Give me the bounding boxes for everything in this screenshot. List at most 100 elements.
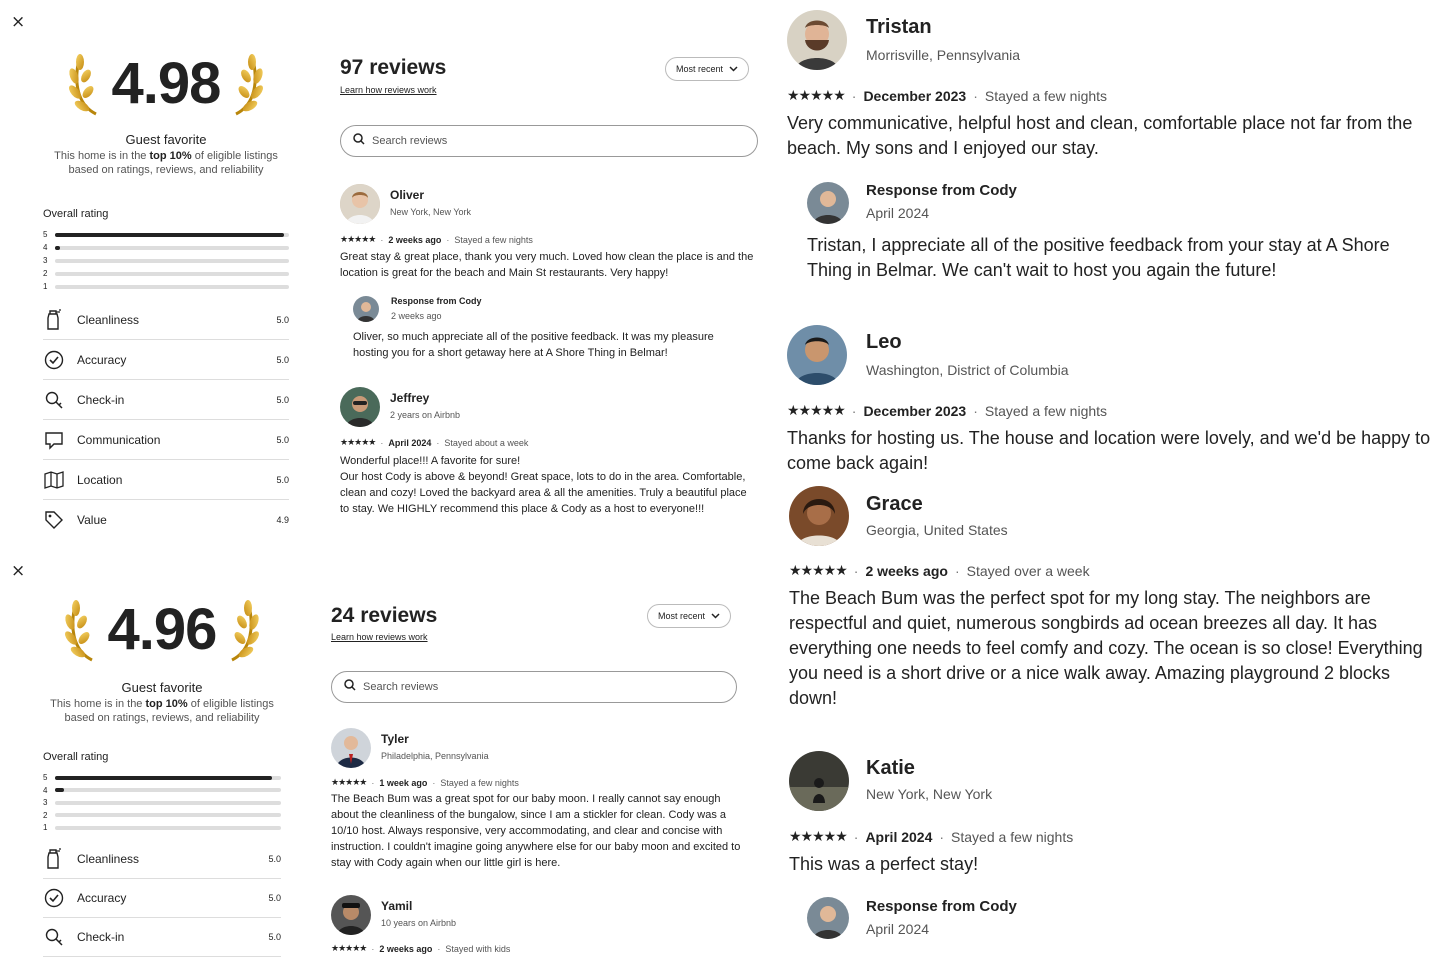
reviewer-name: Tyler bbox=[381, 732, 409, 746]
avatar[interactable] bbox=[340, 184, 380, 224]
review-date: 2 weeks ago bbox=[388, 234, 442, 245]
host-avatar[interactable] bbox=[807, 897, 849, 939]
reviewer-location: Morrisville, Pennsylvania bbox=[866, 47, 1021, 63]
host-response-title: Response from Cody bbox=[391, 296, 482, 306]
category-row-accuracy: Accuracy 5.0 bbox=[43, 340, 289, 380]
review-text: Wonderful place!!! A favorite for sure! … bbox=[340, 455, 747, 515]
histogram-row: 2 bbox=[43, 267, 289, 280]
histogram-row: 5 bbox=[43, 771, 281, 784]
star-rating-icon: ★★★★★ bbox=[787, 402, 846, 418]
host-avatar[interactable] bbox=[353, 296, 379, 322]
category-score: 5.0 bbox=[276, 354, 289, 365]
category-label: Accuracy bbox=[77, 891, 127, 905]
reviewer-name: Oliver bbox=[390, 188, 425, 202]
guest-favorite-label: Guest favorite bbox=[125, 132, 207, 147]
host-avatar[interactable] bbox=[807, 182, 849, 224]
review-date: April 2024 bbox=[865, 828, 933, 845]
avatar[interactable] bbox=[331, 728, 371, 768]
category-row-check-in: Check-in 5.0 bbox=[43, 918, 281, 957]
histogram-row: 1 bbox=[43, 280, 289, 293]
histogram-star-label: 1 bbox=[43, 282, 48, 291]
search-icon bbox=[353, 132, 365, 150]
search-reviews-box[interactable] bbox=[331, 671, 737, 703]
review-meta: ★★★★★ · 2 weeks ago · Stayed over a week bbox=[789, 562, 1090, 579]
histogram-star-label: 2 bbox=[43, 810, 48, 820]
avatar[interactable] bbox=[331, 895, 371, 935]
avatar[interactable] bbox=[789, 751, 849, 811]
reviewer-location: New York, New York bbox=[866, 786, 993, 802]
histogram-bar bbox=[55, 775, 281, 780]
category-label: Cleanliness bbox=[77, 312, 140, 327]
category-label: Accuracy bbox=[77, 352, 127, 367]
stay-length: Stayed a few nights bbox=[951, 828, 1074, 845]
search-reviews-box[interactable] bbox=[340, 125, 758, 157]
category-score: 5.0 bbox=[276, 434, 289, 445]
reviewer-location: New York, New York bbox=[390, 207, 472, 217]
category-score: 5.0 bbox=[276, 394, 289, 405]
histogram-star-label: 3 bbox=[43, 256, 48, 265]
laurel-right-icon bbox=[222, 594, 262, 666]
category-score: 5.0 bbox=[268, 893, 281, 903]
category-label: Check-in bbox=[77, 392, 125, 407]
histogram-row: 2 bbox=[43, 809, 281, 822]
check-circle-icon bbox=[43, 887, 65, 909]
host-response-title: Response from Cody bbox=[866, 182, 1017, 199]
chevron-down-icon bbox=[711, 611, 720, 621]
histogram-star-label: 4 bbox=[43, 243, 48, 252]
category-score: 5.0 bbox=[276, 314, 289, 325]
avatar[interactable] bbox=[789, 486, 849, 546]
review-date: 2 weeks ago bbox=[865, 562, 948, 579]
key-icon bbox=[43, 926, 65, 948]
spray-bottle-icon bbox=[43, 848, 65, 870]
sort-dropdown[interactable]: Most recent bbox=[647, 604, 732, 628]
host-response-date: April 2024 bbox=[866, 205, 930, 221]
overall-rating-value: 4.96 bbox=[107, 597, 218, 662]
close-icon[interactable]: × bbox=[11, 14, 25, 31]
reviews-count-title: 97 reviews bbox=[340, 56, 447, 79]
category-row-cleanliness: Cleanliness 5.0 bbox=[43, 300, 289, 340]
reviewer-name: Katie bbox=[866, 757, 915, 779]
avatar[interactable] bbox=[787, 10, 847, 70]
histogram-bar-fill bbox=[55, 245, 60, 250]
category-row-value: Value 4.9 bbox=[43, 500, 289, 540]
search-input[interactable] bbox=[372, 135, 745, 147]
category-label: Value bbox=[77, 513, 107, 527]
histogram-bar bbox=[55, 232, 289, 237]
avatar[interactable] bbox=[787, 325, 847, 385]
learn-how-reviews-work-link[interactable]: Learn how reviews work bbox=[340, 85, 437, 95]
map-icon bbox=[43, 469, 65, 491]
stay-length: Stayed over a week bbox=[966, 562, 1090, 579]
overall-rating-label: Overall rating bbox=[43, 208, 109, 220]
close-icon[interactable]: × bbox=[11, 563, 25, 580]
category-score: 4.9 bbox=[276, 515, 289, 525]
stay-length: Stayed a few nights bbox=[984, 402, 1108, 419]
rating-summary: 4.98 Guest favorite This home is in the … bbox=[46, 48, 286, 177]
check-circle-icon bbox=[43, 349, 65, 371]
host-response-title: Response from Cody bbox=[866, 898, 1017, 915]
histogram-star-label: 5 bbox=[43, 230, 48, 239]
review-meta: ★★★★★ · 2 weeks ago · Stayed a few nights bbox=[340, 234, 533, 245]
reviewer-name: Leo bbox=[866, 331, 902, 353]
category-score: 5.0 bbox=[268, 932, 281, 942]
category-label: Cleanliness bbox=[77, 852, 140, 866]
stay-length: Stayed a few nights bbox=[440, 777, 519, 788]
category-row-accuracy: Accuracy 5.0 bbox=[43, 879, 281, 918]
histogram-row: 1 bbox=[43, 821, 281, 834]
search-input[interactable] bbox=[363, 681, 724, 693]
guest-favorite-label: Guest favorite bbox=[121, 680, 203, 695]
review-text: Thanks for hosting us. The house and loc… bbox=[787, 428, 1431, 473]
review-text: Great stay & great place, thank you very… bbox=[340, 251, 754, 279]
star-rating-icon: ★★★★★ bbox=[331, 777, 367, 787]
review-date: December 2023 bbox=[863, 87, 967, 104]
avatar[interactable] bbox=[340, 387, 380, 427]
guest-favorite-description: This home is in the top 10% of eligible … bbox=[50, 698, 274, 724]
histogram-row: 4 bbox=[43, 784, 281, 797]
sort-dropdown[interactable]: Most recent bbox=[665, 57, 750, 81]
overall-rating-value: 4.98 bbox=[111, 51, 222, 116]
reviewer-location: Washington, District of Columbia bbox=[866, 362, 1069, 378]
learn-how-reviews-work-link[interactable]: Learn how reviews work bbox=[331, 632, 428, 642]
host-response-text: Oliver, so much appreciate all of the po… bbox=[353, 331, 714, 359]
reviewer-tenure: 10 years on Airbnb bbox=[381, 918, 457, 928]
histogram-bar-fill bbox=[55, 775, 272, 780]
category-label: Location bbox=[77, 472, 123, 487]
